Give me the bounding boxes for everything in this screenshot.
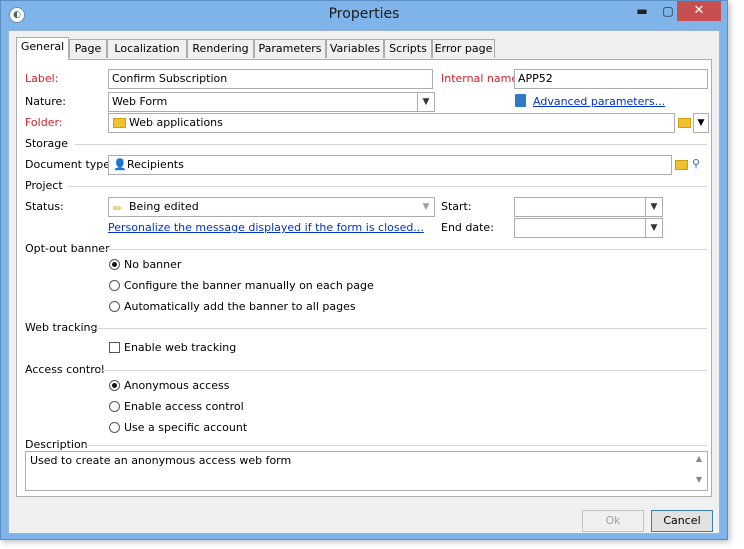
pencil-icon: ✏ bbox=[113, 202, 123, 215]
tab-scripts[interactable]: Scripts bbox=[384, 39, 432, 58]
access-section-label: Access control bbox=[25, 363, 105, 376]
status-select[interactable]: ✏ Being edited ▼ bbox=[108, 197, 435, 217]
optout-section-label: Opt-out banner bbox=[25, 242, 110, 255]
folder-label: Folder: bbox=[25, 116, 63, 129]
advanced-parameters-link[interactable]: Advanced parameters... bbox=[533, 95, 665, 108]
chevron-down-icon: ▼ bbox=[697, 118, 705, 128]
ok-button[interactable]: Ok bbox=[582, 510, 644, 532]
project-section-label: Project bbox=[25, 179, 63, 192]
start-label: Start: bbox=[441, 200, 472, 213]
document-type-label: Document type: bbox=[25, 158, 114, 171]
status-value: Being edited bbox=[129, 200, 199, 213]
nature-value: Web Form bbox=[112, 95, 168, 108]
folder-browse-icon[interactable] bbox=[675, 160, 688, 170]
folder-browse-icon[interactable] bbox=[678, 118, 691, 128]
tab-parameters[interactable]: Parameters bbox=[254, 39, 326, 58]
radio-specific-account[interactable] bbox=[109, 422, 120, 433]
chevron-down-icon[interactable]: ▼ bbox=[645, 219, 662, 237]
folder-value: Web applications bbox=[129, 116, 223, 129]
window-title: Properties bbox=[328, 6, 400, 22]
radio-auto-banner-label[interactable]: Automatically add the banner to all page… bbox=[124, 300, 356, 313]
radio-no-banner-label[interactable]: No banner bbox=[124, 258, 181, 271]
end-date-label: End date: bbox=[441, 221, 494, 234]
dialog-client: General Page Localization Rendering Para… bbox=[8, 30, 720, 534]
nature-select[interactable]: Web Form ▼ bbox=[108, 92, 435, 112]
divider bbox=[91, 328, 707, 329]
enable-web-tracking-label[interactable]: Enable web tracking bbox=[124, 341, 236, 354]
title-bar[interactable]: ◐ Properties ▬ ▢ ✕ bbox=[1, 1, 727, 29]
chevron-down-icon[interactable]: ▼ bbox=[417, 93, 434, 111]
radio-specific-account-label[interactable]: Use a specific account bbox=[124, 421, 247, 434]
folder-icon bbox=[113, 118, 126, 128]
radio-configure-banner[interactable] bbox=[109, 280, 120, 291]
tab-error-page[interactable]: Error page bbox=[432, 39, 495, 58]
divider bbox=[68, 186, 707, 187]
document-type-input[interactable]: 👤 Recipients bbox=[108, 155, 672, 175]
minimize-button[interactable]: ▬ bbox=[629, 1, 655, 21]
tab-page[interactable]: Page bbox=[69, 39, 107, 58]
scroll-up-icon[interactable]: ▲ bbox=[691, 454, 707, 463]
tab-variables[interactable]: Variables bbox=[326, 39, 384, 58]
end-date-select[interactable]: ▼ bbox=[514, 218, 663, 238]
radio-configure-banner-label[interactable]: Configure the banner manually on each pa… bbox=[124, 279, 374, 292]
description-section-label: Description bbox=[25, 438, 88, 451]
description-textarea[interactable]: Used to create an anonymous access web f… bbox=[25, 451, 708, 491]
webtracking-section-label: Web tracking bbox=[25, 321, 98, 334]
tab-rendering[interactable]: Rendering bbox=[187, 39, 254, 58]
nature-label: Nature: bbox=[25, 95, 67, 108]
radio-enable-access-control[interactable] bbox=[109, 401, 120, 412]
properties-window: ◐ Properties ▬ ▢ ✕ General Page Localiza… bbox=[0, 0, 728, 540]
close-button[interactable]: ✕ bbox=[677, 1, 721, 21]
radio-anonymous-access-label[interactable]: Anonymous access bbox=[124, 379, 229, 392]
divider bbox=[85, 445, 707, 446]
chevron-down-icon[interactable]: ▼ bbox=[645, 198, 662, 216]
start-date-select[interactable]: ▼ bbox=[514, 197, 663, 217]
divider bbox=[105, 249, 707, 250]
radio-no-banner[interactable] bbox=[109, 259, 120, 270]
internal-name-input[interactable]: APP52 bbox=[514, 69, 708, 89]
chevron-down-icon[interactable]: ▼ bbox=[418, 198, 434, 216]
radio-anonymous-access[interactable] bbox=[109, 380, 120, 391]
clipboard-icon bbox=[515, 94, 526, 107]
divider bbox=[75, 144, 707, 145]
personalize-closed-message-link[interactable]: Personalize the message displayed if the… bbox=[108, 221, 424, 234]
scroll-down-icon[interactable]: ▼ bbox=[691, 475, 707, 484]
document-type-value: Recipients bbox=[127, 158, 184, 171]
storage-section-label: Storage bbox=[25, 137, 69, 150]
person-icon: 👤 bbox=[113, 158, 127, 171]
folder-dropdown-button[interactable]: ▼ bbox=[693, 113, 709, 133]
description-scrollbar[interactable]: ▲ ▼ bbox=[691, 452, 707, 490]
tab-general[interactable]: General bbox=[16, 37, 69, 60]
search-icon[interactable]: ⚲ bbox=[692, 157, 700, 170]
radio-enable-access-control-label[interactable]: Enable access control bbox=[124, 400, 244, 413]
label-field-label: Label: bbox=[25, 72, 59, 85]
status-label: Status: bbox=[25, 200, 64, 213]
internal-name-label: Internal name: bbox=[441, 72, 522, 85]
divider bbox=[99, 370, 707, 371]
general-panel: Label: Confirm Subscription Internal nam… bbox=[16, 59, 712, 497]
folder-input[interactable]: Web applications bbox=[108, 113, 675, 133]
cancel-button[interactable]: Cancel bbox=[651, 510, 713, 532]
description-value: Used to create an anonymous access web f… bbox=[30, 454, 292, 467]
tab-localization[interactable]: Localization bbox=[107, 39, 187, 58]
enable-web-tracking-checkbox[interactable] bbox=[109, 342, 120, 353]
radio-auto-banner[interactable] bbox=[109, 301, 120, 312]
label-input[interactable]: Confirm Subscription bbox=[108, 69, 433, 89]
